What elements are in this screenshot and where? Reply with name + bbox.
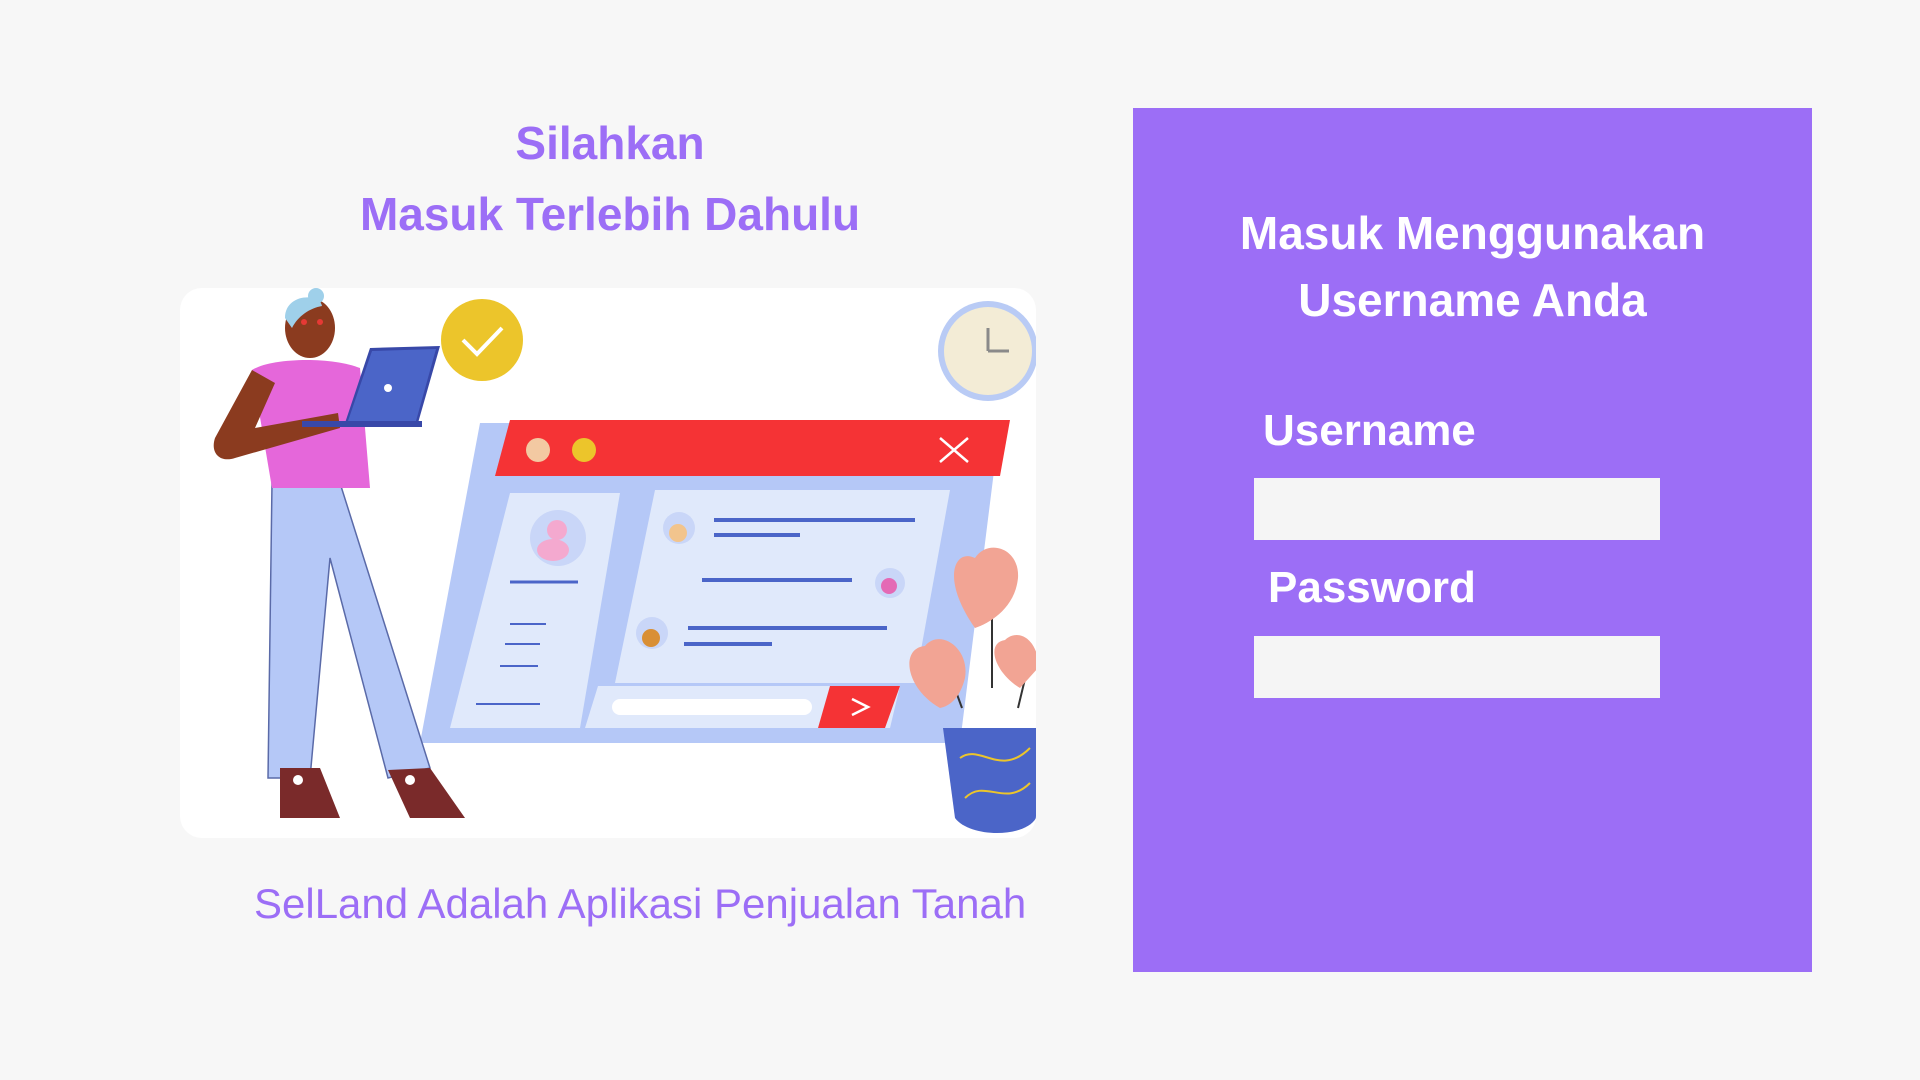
app-tagline: SelLand Adalah Aplikasi Penjualan Tanah — [254, 880, 1027, 927]
password-input[interactable] — [1254, 636, 1660, 698]
login-page: Silahkan Masuk Terlebih Dahulu SelLand A… — [0, 0, 1920, 1080]
login-illustration — [180, 288, 1036, 838]
browser-window-illustration — [420, 420, 1010, 743]
welcome-title-line1: Silahkan — [515, 117, 705, 169]
login-heading-line2: Username Anda — [1298, 274, 1647, 326]
username-input[interactable] — [1254, 478, 1660, 540]
welcome-title-line2: Masuk Terlebih Dahulu — [359, 188, 861, 240]
check-circle-icon — [441, 299, 523, 381]
login-form-panel: Masuk Menggunakan Username Anda Username… — [1133, 108, 1812, 972]
password-label: Password — [1268, 563, 1476, 612]
login-heading: Masuk Menggunakan Username Anda — [1133, 200, 1812, 334]
welcome-title: Silahkan Masuk Terlebih Dahulu — [180, 108, 1040, 250]
clock-icon — [938, 301, 1036, 401]
username-label: Username — [1263, 406, 1476, 455]
login-heading-line1: Masuk Menggunakan — [1239, 207, 1706, 259]
